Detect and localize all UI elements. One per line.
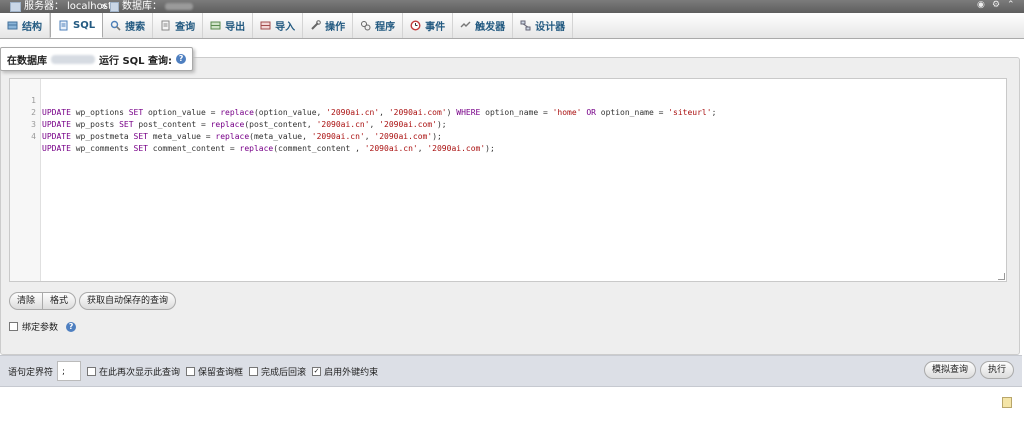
tab-structure[interactable]: 结构 (0, 13, 50, 38)
clear-button[interactable]: 清除 (10, 293, 42, 309)
tab-label: 触发器 (475, 22, 506, 33)
format-button[interactable]: 格式 (42, 293, 75, 309)
retain-box-checkbox[interactable] (186, 366, 196, 376)
show-again-option[interactable]: 在此再次显示此查询 (87, 365, 180, 378)
export-icon (210, 21, 221, 30)
resize-handle[interactable] (998, 273, 1005, 280)
console-icon[interactable] (1002, 397, 1012, 408)
server-icon (10, 1, 21, 12)
routines-icon (361, 21, 371, 31)
tab-routines[interactable]: 程序 (353, 13, 404, 38)
tab-label: 操作 (325, 22, 346, 33)
tab-label: 查询 (175, 22, 196, 33)
database-label: 数据库： (122, 1, 162, 12)
bind-parameters-row: 绑定参数 ? (9, 320, 77, 333)
code-line: 3 UPDATE wp_postmeta SET meta_value = re… (10, 107, 1006, 141)
tab-events[interactable]: 事件 (403, 13, 454, 38)
tab-label: 程序 (375, 22, 396, 33)
help-icon[interactable]: ? (176, 54, 187, 64)
tab-search[interactable]: 搜索 (103, 13, 154, 38)
line-text: UPDATE wp_postmeta SET meta_value = repl… (42, 132, 442, 141)
tab-label: 设计器 (535, 22, 566, 33)
tab-sql[interactable]: SQL (50, 13, 104, 38)
clock-icon (410, 20, 421, 31)
operations-icon (311, 20, 321, 30)
go-button[interactable]: 执行 (979, 361, 1014, 379)
retain-box-option[interactable]: 保留查询框 (186, 365, 243, 378)
rollback-checkbox[interactable] (249, 366, 259, 376)
code-line: 4 UPDATE wp_comments SET comment_content… (10, 119, 1006, 153)
heading-prefix: 在数据库 (7, 55, 47, 67)
query-options-bar: 语句定界符 ; 在此再次显示此查询 保留查询框 完成后回滚 ✓ 启用外键约束 模… (0, 355, 1022, 387)
tab-export[interactable]: 导出 (203, 13, 254, 38)
tab-operations[interactable]: 操作 (303, 13, 354, 38)
tab-label: SQL (73, 19, 96, 31)
lock-icon[interactable]: ◉ (977, 1, 986, 10)
gear-icon[interactable]: ⚙ (992, 1, 1001, 10)
triggers-icon (460, 21, 471, 28)
tab-query[interactable]: 查询 (153, 13, 204, 38)
breadcrumb: 服务器： localhost » 数据库： ◉ ⚙ ⌃ (0, 0, 1024, 13)
tab-label: 搜索 (125, 22, 146, 33)
breadcrumb-database[interactable]: 数据库： (110, 0, 193, 13)
retain-box-label: 保留查询框 (198, 367, 244, 378)
collapse-icon[interactable]: ⌃ (1007, 1, 1016, 10)
foreign-keys-label: 启用外键约束 (324, 367, 379, 378)
line-number: 4 (31, 132, 36, 141)
breadcrumb-separator: » (101, 1, 108, 12)
database-name-redacted (165, 3, 193, 10)
editor-button-group: 清除 格式 (9, 292, 77, 310)
tab-import[interactable]: 导入 (253, 13, 304, 38)
breadcrumb-server[interactable]: 服务器： localhost (10, 0, 112, 13)
search-icon (110, 20, 121, 31)
database-name-redacted (51, 54, 95, 64)
help-icon[interactable]: ? (66, 321, 77, 332)
line-text: UPDATE wp_comments SET comment_content =… (42, 144, 495, 153)
heading-suffix: 运行 SQL 查询: (99, 55, 173, 67)
tab-label: 导入 (275, 22, 296, 33)
code-line: 1 UPDATE wp_options SET option_value = r… (10, 83, 1006, 117)
sql-query-panel: 1 UPDATE wp_options SET option_value = r… (0, 57, 1020, 355)
server-label: 服务器： (24, 1, 64, 12)
tab-bar: 结构 SQL 搜索 查询 导出 导入 操作 程序 事件 触发器 设计器 (0, 13, 1024, 39)
query-icon (161, 20, 170, 31)
code-area[interactable]: 1 UPDATE wp_options SET option_value = r… (10, 83, 1006, 153)
rollback-option[interactable]: 完成后回滚 (249, 365, 306, 378)
sql-query-heading: 在数据库 运行 SQL 查询: ? (0, 47, 194, 71)
foreign-keys-option[interactable]: ✓ 启用外键约束 (312, 365, 378, 378)
get-autosaved-query-button[interactable]: 获取自动保存的查询 (79, 292, 177, 310)
code-line: 2 UPDATE wp_posts SET post_content = rep… (10, 95, 1006, 129)
tab-label: 事件 (425, 22, 446, 33)
bind-parameters-label: 绑定参数 (22, 323, 59, 333)
import-icon (260, 21, 271, 30)
show-again-label: 在此再次显示此查询 (99, 367, 181, 378)
foreign-keys-checkbox[interactable]: ✓ (312, 366, 322, 376)
bind-parameters-checkbox[interactable] (9, 322, 18, 331)
show-again-checkbox[interactable] (87, 366, 97, 376)
simulate-query-button[interactable]: 模拟查询 (923, 361, 976, 379)
database-icon (110, 1, 119, 12)
tab-triggers[interactable]: 触发器 (453, 13, 514, 38)
sql-icon (59, 20, 68, 30)
designer-icon (520, 20, 531, 31)
structure-icon (7, 21, 18, 30)
tab-label: 结构 (22, 22, 42, 33)
delimiter-label: 语句定界符 (8, 367, 54, 378)
delimiter-input[interactable]: ; (57, 361, 82, 381)
tab-label: 导出 (225, 22, 246, 33)
rollback-label: 完成后回滚 (261, 367, 307, 378)
sql-editor[interactable]: 1 UPDATE wp_options SET option_value = r… (9, 78, 1007, 282)
tab-designer[interactable]: 设计器 (513, 13, 574, 38)
